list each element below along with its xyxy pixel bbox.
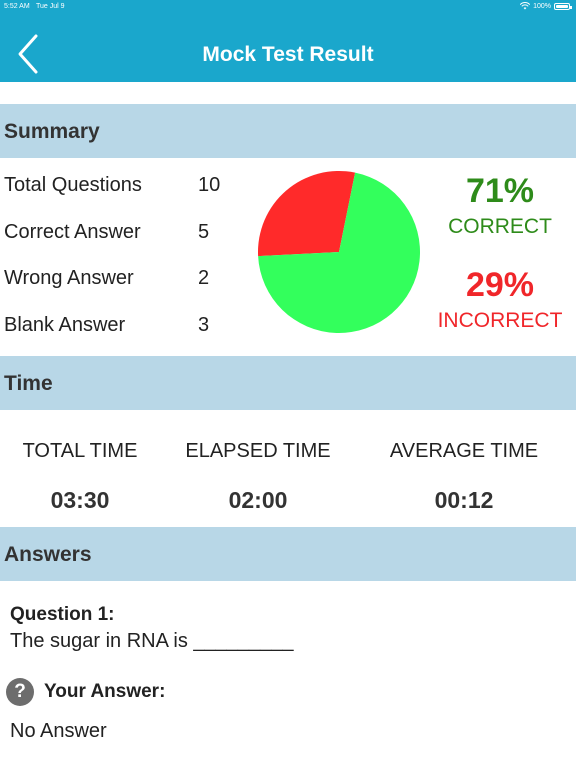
total-time-value: 03:30	[50, 487, 110, 513]
summary-value-blank: 3	[198, 314, 210, 336]
summary-value-correct: 5	[198, 221, 210, 243]
result-pie-chart	[258, 171, 420, 333]
incorrect-percent: 29%	[465, 266, 535, 304]
average-time-value: 00:12	[434, 487, 494, 513]
elapsed-time-value: 02:00	[228, 487, 288, 513]
total-time-label: TOTAL TIME	[22, 440, 138, 462]
your-answer-row: ? Your Answer:	[6, 678, 165, 706]
summary-header: Summary	[0, 104, 576, 158]
question-title: Question 1:	[10, 604, 115, 625]
total-time: TOTAL TIME 03:30	[0, 440, 175, 514]
your-answer-label: Your Answer:	[44, 681, 166, 702]
average-time: AVERAGE TIME 00:12	[369, 440, 559, 514]
summary-value-total: 10	[198, 174, 221, 196]
correct-percent: 71%	[465, 172, 535, 210]
time-header: Time	[0, 356, 576, 410]
question-circle-icon: ?	[6, 678, 34, 706]
status-date: Tue Jul 9	[36, 3, 65, 10]
battery-icon	[554, 2, 572, 10]
your-answer-value: No Answer	[10, 720, 107, 742]
status-right: 100%	[520, 2, 572, 10]
page-title: Mock Test Result	[202, 43, 374, 66]
elapsed-time-label: ELAPSED TIME	[185, 440, 331, 462]
answers-header-label: Answers	[4, 543, 92, 566]
summary-label-wrong: Wrong Answer	[4, 267, 134, 289]
time-header-label: Time	[4, 372, 53, 395]
battery-percent: 100%	[533, 2, 551, 10]
status-time: 5:52 AM	[4, 3, 30, 10]
nav-bar: Mock Test Result	[0, 14, 576, 82]
summary-header-label: Summary	[4, 120, 100, 143]
incorrect-label: INCORRECT	[437, 309, 563, 332]
question-text: The sugar in RNA is _________	[10, 630, 294, 652]
elapsed-time: ELAPSED TIME 02:00	[163, 440, 353, 514]
wifi-icon	[520, 2, 531, 10]
summary-value-wrong: 2	[198, 267, 210, 289]
summary-label-correct: Correct Answer	[4, 221, 141, 243]
average-time-label: AVERAGE TIME	[389, 440, 539, 462]
status-bar: 5:52 AM Tue Jul 9 100%	[0, 0, 576, 14]
summary-label-blank: Blank Answer	[4, 314, 126, 336]
correct-label: CORRECT	[448, 215, 552, 238]
summary-label-total: Total Questions	[4, 174, 142, 196]
pie-slice-incorrect	[258, 171, 356, 257]
answers-header: Answers	[0, 527, 576, 581]
